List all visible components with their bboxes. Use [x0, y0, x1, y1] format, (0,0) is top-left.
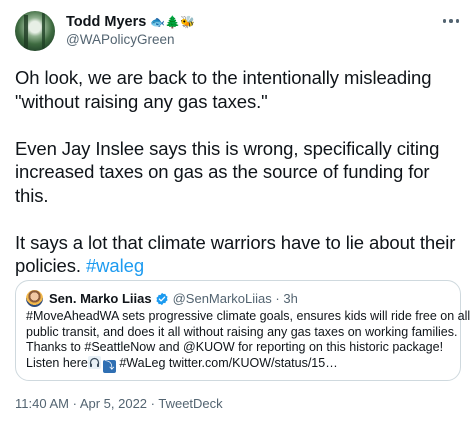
author-name-row: Todd Myers 🐟🌲🐝 [66, 14, 195, 30]
separator: · [275, 291, 280, 306]
quoted-author-row: Sen. Marko Liias @SenMarkoLiias · 3h [49, 291, 298, 307]
arrow-icon: ⤵ [102, 359, 116, 373]
quoted-tweet-text: #MoveAheadWA sets progressive climate go… [26, 309, 471, 373]
headphone-icon [87, 355, 101, 369]
quoted-line: Thanks to #SeattleNow and @KUOW for repo… [26, 340, 444, 354]
tweet-paragraph-2: Even Jay Inslee says this is wrong, spec… [15, 137, 467, 208]
quoted-author-handle[interactable]: @SenMarkoLiias [173, 291, 272, 307]
tweet-footer: 11:40 AM · Apr 5, 2022 · TweetDeck [15, 396, 223, 412]
verified-icon [156, 292, 168, 306]
tweet-date[interactable]: Apr 5, 2022 [80, 396, 147, 411]
tweet-line: Even Jay Inslee says this is wrong, spec… [15, 137, 440, 159]
quoted-line: #MoveAheadWA sets progressive climate go… [26, 309, 471, 323]
tweet-paragraph-3: It says a lot that climate warriors have… [15, 231, 467, 278]
tweet-source[interactable]: TweetDeck [158, 396, 222, 411]
tweet-line: policies. [15, 255, 81, 276]
tweet-line: "without raising any gas taxes." [15, 90, 268, 112]
tweet-line: Oh look, we are back to the intentionall… [15, 67, 432, 88]
tweet-line: this. [15, 184, 49, 206]
hashtag-link[interactable]: #waleg [86, 255, 144, 276]
tweet: Todd Myers 🐟🌲🐝 @WAPolicyGreen Oh look, w… [0, 0, 475, 421]
quoted-line-suffix: #WaLeg twitter.com/KUOW/status/15… [115, 355, 338, 370]
tweet-paragraph-1: Oh look, we are back to the intentionall… [15, 66, 467, 113]
author-avatar[interactable] [15, 11, 55, 51]
separator: · [68, 396, 80, 411]
quoted-tweet[interactable]: Sen. Marko Liias @SenMarkoLiias · 3h #Mo… [15, 280, 471, 381]
author-emojis: 🐟🌲🐝 [150, 15, 196, 29]
quoted-line-prefix: Listen here [26, 355, 88, 370]
quoted-separator: · [272, 291, 284, 307]
tweet-line: increased taxes on gas as the source of … [15, 161, 430, 182]
quoted-timestamp[interactable]: 3h [283, 291, 297, 307]
tweet-time[interactable]: 11:40 AM [15, 396, 69, 411]
author-handle[interactable]: @WAPolicyGreen [66, 32, 174, 48]
tweet-line: It says a lot that climate warriors have… [15, 231, 456, 253]
tweet-text: Oh look, we are back to the intentionall… [15, 66, 467, 278]
quoted-author-name[interactable]: Sen. Marko Liias [49, 291, 152, 307]
author-display-name[interactable]: Todd Myers [66, 14, 146, 30]
quoted-author-avatar[interactable] [26, 290, 43, 307]
quoted-line: public transit, and does it all without … [26, 324, 458, 339]
more-options-icon[interactable] [440, 14, 462, 28]
separator: · [147, 396, 159, 411]
quoted-line-4: Listen here ⤵ #WaLeg twitter.com/KUOW/sta… [26, 355, 456, 373]
